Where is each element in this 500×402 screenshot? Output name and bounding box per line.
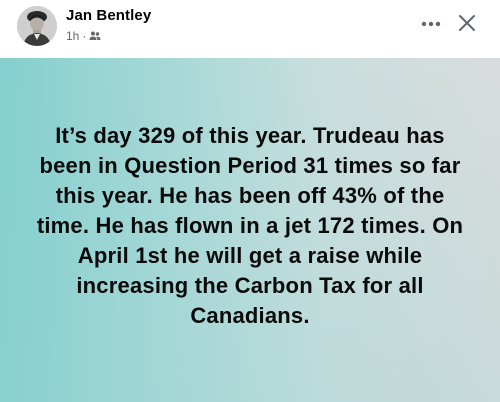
more-horizontal-icon <box>421 21 441 27</box>
author-name[interactable]: Jan Bentley <box>66 7 151 24</box>
post-timestamp[interactable]: 1h <box>66 29 79 43</box>
avatar-portrait-image <box>17 6 57 46</box>
more-options-button[interactable] <box>414 11 448 37</box>
post-meta: 1h · <box>66 29 101 43</box>
close-button[interactable] <box>452 8 482 38</box>
post-header: Jan Bentley 1h · <box>0 0 500 58</box>
close-icon <box>459 15 475 31</box>
facebook-post: Jan Bentley 1h · It’s day 329 of this ye… <box>0 0 500 402</box>
meta-separator: · <box>82 29 87 43</box>
author-avatar[interactable] <box>17 6 57 46</box>
post-background-card: It’s day 329 of this year. Trudeau has b… <box>0 58 500 402</box>
post-text: It’s day 329 of this year. Trudeau has b… <box>36 123 464 328</box>
friends-icon[interactable] <box>89 30 101 42</box>
